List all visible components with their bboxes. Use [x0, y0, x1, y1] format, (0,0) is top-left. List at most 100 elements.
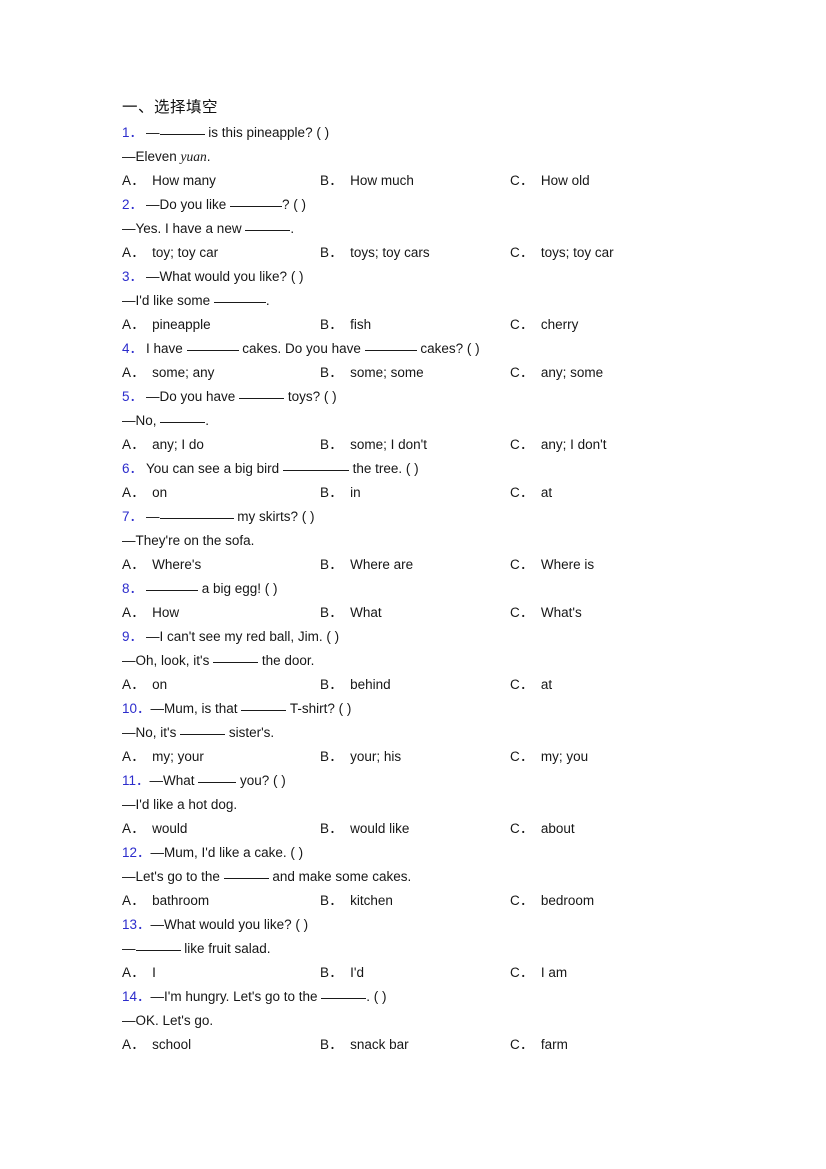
option-b[interactable]: B． I'd — [320, 961, 364, 985]
option-c[interactable]: C． farm — [510, 1033, 568, 1057]
option-text: toy; toy car — [152, 245, 219, 260]
option-a[interactable]: A． school — [122, 1033, 191, 1057]
stem-text: you? ( ) — [236, 773, 286, 788]
dialog-text: —I'd like a hot dog. — [122, 797, 238, 812]
option-a[interactable]: A． any; I do — [122, 433, 204, 457]
option-label: A． — [122, 1037, 146, 1052]
question-dialog: —They're on the sofa. — [122, 529, 742, 553]
option-a[interactable]: A． pineapple — [122, 313, 211, 337]
option-a[interactable]: A． my; your — [122, 745, 204, 769]
option-a[interactable]: A． How many — [122, 169, 216, 193]
option-c[interactable]: C． about — [510, 817, 575, 841]
answer-blank — [223, 867, 269, 879]
question-stem: 8． a big egg! ( ) — [122, 577, 742, 601]
question-stem: 1． — is this pineapple? ( ) — [122, 121, 742, 145]
option-label: C． — [510, 893, 534, 908]
answer-blank — [245, 219, 291, 231]
option-a[interactable]: A． on — [122, 481, 167, 505]
option-c[interactable]: C． Where is — [510, 553, 594, 577]
option-b[interactable]: B． Where are — [320, 553, 413, 577]
question-dialog: —Yes. I have a new . — [122, 217, 742, 241]
option-b[interactable]: B． snack bar — [320, 1033, 409, 1057]
option-text: I'd — [350, 965, 364, 980]
option-row: A． school B． snack bar C． farm — [122, 1033, 742, 1057]
option-c[interactable]: C． I am — [510, 961, 567, 985]
option-a[interactable]: A． would — [122, 817, 187, 841]
option-text: I am — [540, 965, 568, 980]
option-a[interactable]: A． bathroom — [122, 889, 209, 913]
answer-blank — [135, 939, 181, 951]
option-text: How old — [540, 173, 590, 188]
stem-text: a big egg! ( ) — [198, 581, 278, 596]
option-b[interactable]: B． some; some — [320, 361, 424, 385]
option-text: your; his — [350, 749, 402, 764]
option-b[interactable]: B． toys; toy cars — [320, 241, 430, 265]
answer-blank — [241, 699, 287, 711]
option-b[interactable]: B． behind — [320, 673, 391, 697]
option-a[interactable]: A． some; any — [122, 361, 214, 385]
option-b[interactable]: B． your; his — [320, 745, 401, 769]
option-text: would — [152, 821, 188, 836]
option-b[interactable]: B． How much — [320, 169, 414, 193]
option-b[interactable]: B． What — [320, 601, 382, 625]
option-a[interactable]: A． toy; toy car — [122, 241, 218, 265]
question-number: 14． — [122, 989, 151, 1004]
option-label: A． — [122, 173, 146, 188]
option-label: B． — [320, 965, 344, 980]
option-text: snack bar — [350, 1037, 409, 1052]
option-c[interactable]: C． any; some — [510, 361, 603, 385]
option-a[interactable]: A． Where's — [122, 553, 201, 577]
option-label: B． — [320, 605, 344, 620]
option-c[interactable]: C． What's — [510, 601, 582, 625]
option-c[interactable]: C． my; you — [510, 745, 588, 769]
option-label: A． — [122, 893, 146, 908]
stem-text: —I can't see my red ball, Jim. ( ) — [146, 629, 340, 644]
question-list: 1． — is this pineapple? ( ) —Eleven yuan. A… — [122, 121, 742, 1057]
option-text: about — [540, 821, 575, 836]
option-row: A． How B． What C． What's — [122, 601, 742, 625]
option-row: A． any; I do B． some; I don't C． any; I don't — [122, 433, 742, 457]
dialog-text: . — [205, 413, 210, 428]
question-stem: 3． —What would you like? ( ) — [122, 265, 742, 289]
option-a[interactable]: A． on — [122, 673, 167, 697]
question-stem: 13．—What would you like? ( ) — [122, 913, 742, 937]
stem-text: cakes? ( ) — [416, 341, 480, 356]
option-b[interactable]: B． in — [320, 481, 361, 505]
dialog-text: . — [290, 221, 295, 236]
question-stem: 4． I have cakes. Do you have cakes? ( ) — [122, 337, 742, 361]
dialog-text: like fruit salad. — [180, 941, 271, 956]
option-text: What — [350, 605, 382, 620]
option-label: A． — [122, 317, 146, 332]
option-b[interactable]: B． fish — [320, 313, 371, 337]
stem-text: —I'm hungry. Let's go to the — [150, 989, 322, 1004]
dialog-text: —No, — [122, 413, 161, 428]
answer-blank — [160, 411, 206, 423]
option-c[interactable]: C． any; I don't — [510, 433, 606, 457]
option-label: B． — [320, 1037, 344, 1052]
option-label: B． — [320, 893, 344, 908]
option-b[interactable]: B． some; I don't — [320, 433, 427, 457]
stem-text: —What — [149, 773, 199, 788]
question-dialog: —I'd like some . — [122, 289, 742, 313]
question-number: 1． — [122, 125, 144, 140]
option-text: school — [152, 1037, 192, 1052]
option-b[interactable]: B． would like — [320, 817, 409, 841]
option-row: A． Where's B． Where are C． Where is — [122, 553, 742, 577]
option-c[interactable]: C． bedroom — [510, 889, 594, 913]
question-stem: 6． You can see a big bird the tree. ( ) — [122, 457, 742, 481]
option-text: bedroom — [540, 893, 595, 908]
option-a[interactable]: A． How — [122, 601, 179, 625]
option-label: B． — [320, 365, 344, 380]
option-a[interactable]: A． I — [122, 961, 156, 985]
option-text: on — [152, 677, 168, 692]
dialog-text: —They're on the sofa. — [122, 533, 255, 548]
option-c[interactable]: C． at — [510, 481, 552, 505]
question-dialog: —No, . — [122, 409, 742, 433]
option-c[interactable]: C． at — [510, 673, 552, 697]
stem-text: the tree. ( ) — [348, 461, 419, 476]
option-b[interactable]: B． kitchen — [320, 889, 393, 913]
answer-blank — [321, 987, 367, 999]
option-c[interactable]: C． toys; toy car — [510, 241, 614, 265]
option-c[interactable]: C． cherry — [510, 313, 578, 337]
option-c[interactable]: C． How old — [510, 169, 590, 193]
